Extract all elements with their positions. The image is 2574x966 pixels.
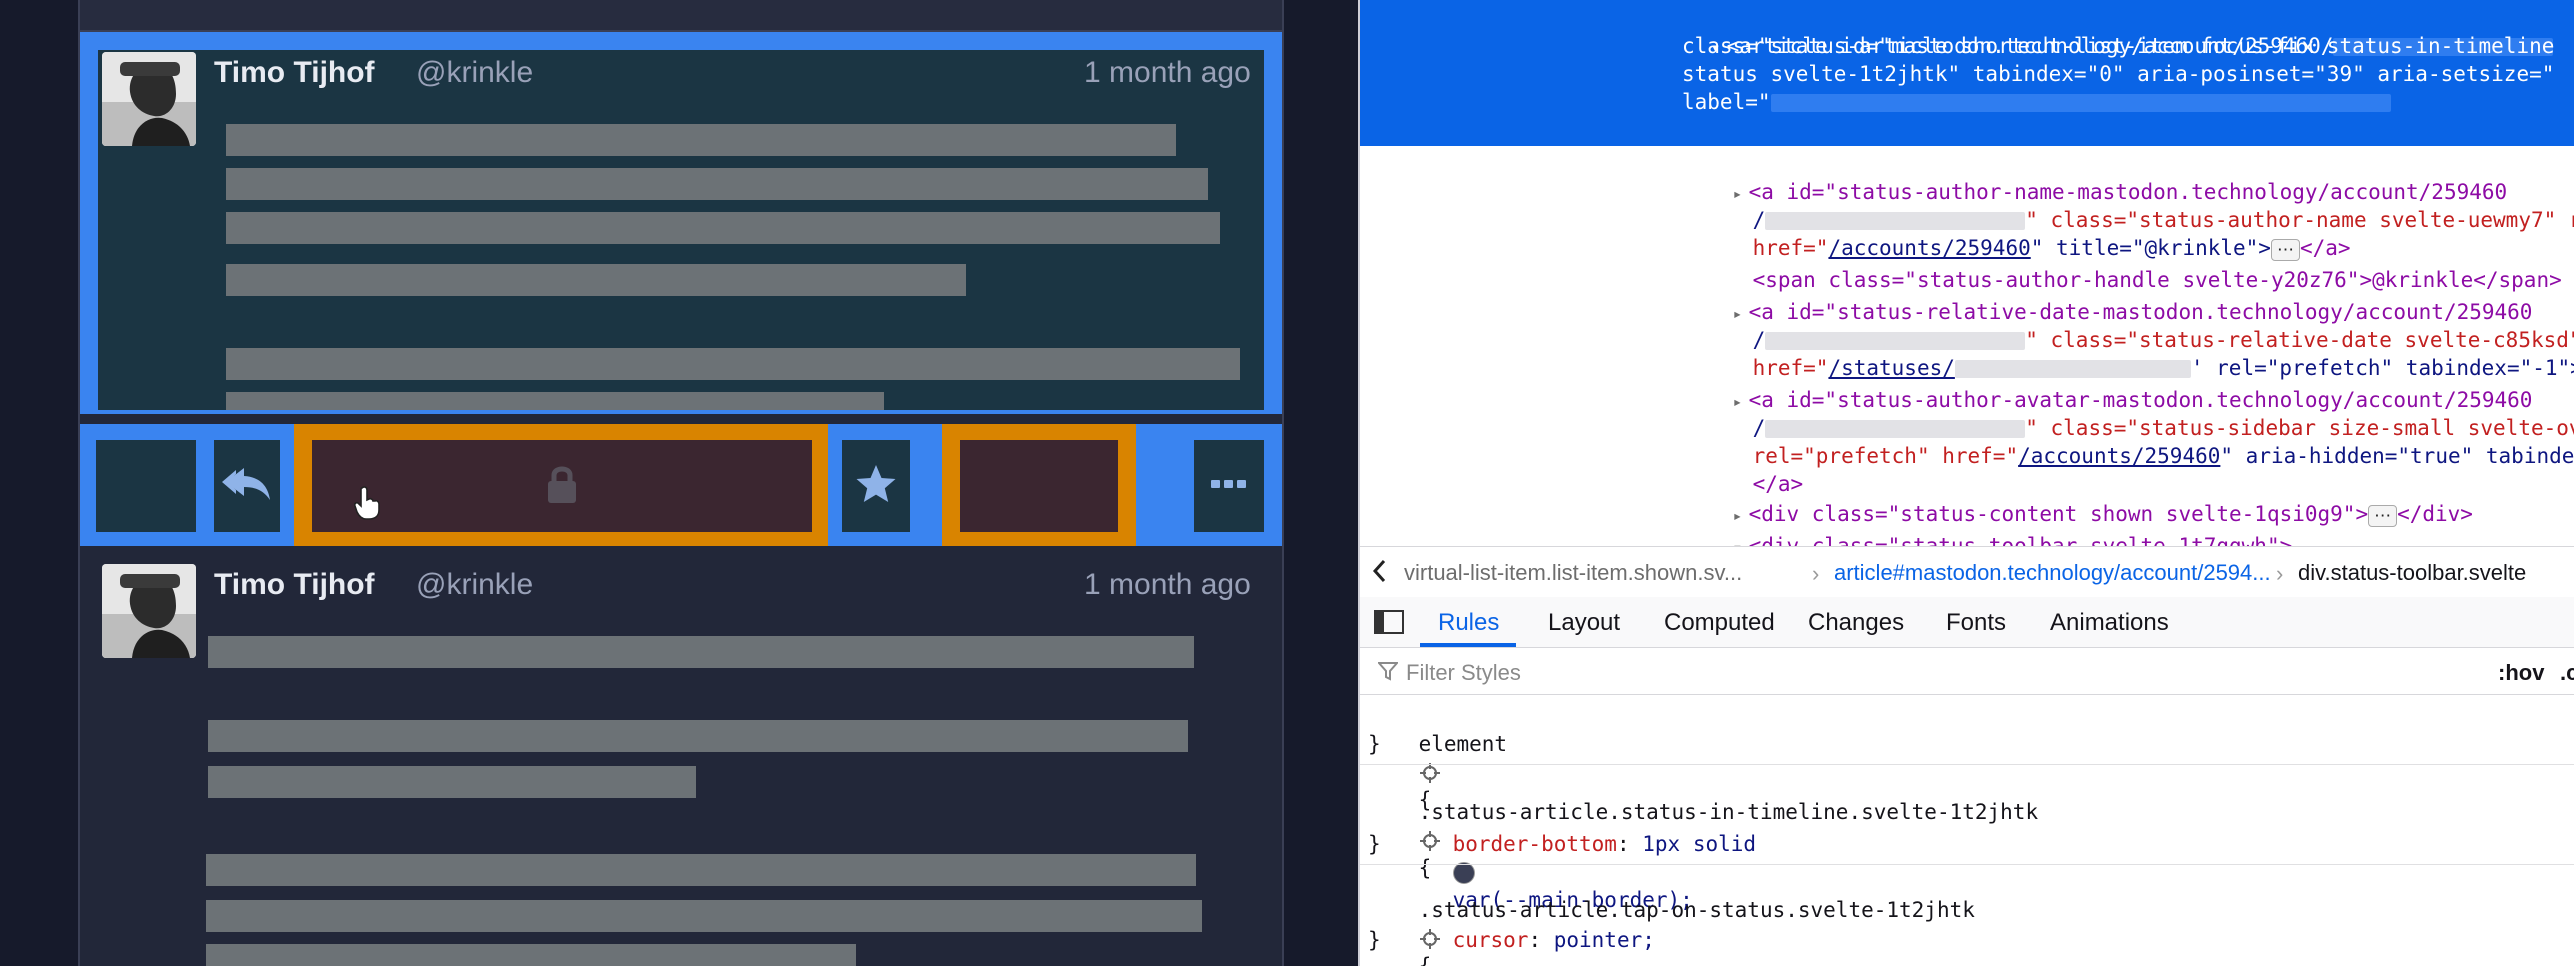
markup-line-status-toolbar[interactable]: ▾<div class="status-toolbar svelte-1t7gg… <box>1682 504 2292 589</box>
status-article[interactable]: Timo Tijhof @krinkle 1 month ago <box>80 546 1282 966</box>
status-relative-date[interactable]: 1 month ago <box>1084 568 1251 602</box>
markup-line: status svelte-1t2jhtk" tabindex="0" aria… <box>1682 62 2555 86</box>
tab-computed[interactable]: Computed <box>1664 609 1775 637</box>
hand-pointer-icon <box>353 486 382 525</box>
markup-line: class="status-article shortcut-list-item… <box>1682 34 2555 58</box>
status-author-handle: @krinkle <box>416 568 534 601</box>
toggle-sidebar-icon[interactable] <box>1374 610 1404 641</box>
devtools-inspector: ▾ <article id="mastodon.technology/accoun… <box>1358 0 2574 966</box>
markup-line-author-name-link[interactable]: ▸ <a id="status-author-name-mastodon.tech… <box>1682 150 2508 204</box>
breadcrumb-scroll-left-icon[interactable] <box>1372 559 1386 589</box>
markup-line: rel="prefetch" href="/accounts/259460" a… <box>1752 444 2574 468</box>
status-article[interactable]: Timo Tijhof @krinkle 1 month ago <box>98 50 1264 410</box>
avatar[interactable] <box>102 564 196 658</box>
mastodon-app-pane: Timo Tijhof @krinkle 1 month ago Timo Ti… <box>0 0 1358 966</box>
breadcrumb-item[interactable]: div.status-toolbar.svelte <box>2298 560 2526 586</box>
status-relative-date[interactable]: 1 month ago <box>1084 56 1251 90</box>
breadcrumb-separator-icon: › <box>1812 561 1820 586</box>
previous-status-edge <box>80 0 1282 32</box>
markup-line-article[interactable]: ▾ <article id="mastodon.technology/accoun… <box>1660 4 2554 58</box>
status-author-name[interactable]: Timo Tijhof <box>214 56 375 90</box>
css-rule-close: } <box>1368 832 1381 856</box>
reply-all-icon <box>222 464 272 509</box>
markup-line-relative-date-link[interactable]: ▸ <a id="status-relative-date-mastodon.te… <box>1682 270 2533 324</box>
more-horizontal-icon <box>1211 477 1247 495</box>
breadcrumb-item-selected[interactable]: article#mastodon.technology/account/2594… <box>1834 560 2271 586</box>
more-options-button[interactable] <box>1194 440 1264 532</box>
reply-button[interactable] <box>214 440 280 532</box>
rule-divider <box>1360 864 2574 865</box>
toolbar-spacer <box>96 440 196 532</box>
filter-styles-input[interactable]: Filter Styles <box>1406 660 1521 686</box>
boost-button-disabled[interactable] <box>312 440 812 532</box>
tab-layout[interactable]: Layout <box>1548 609 1620 637</box>
breadcrumb-separator-icon: › <box>2276 561 2284 586</box>
rule-divider <box>1360 764 2574 765</box>
breadcrumb: virtual-list-item.list-item.shown.sv... … <box>1360 546 2574 598</box>
status-author-name[interactable]: Timo Tijhof <box>214 568 375 602</box>
status-author-handle: @krinkle <box>416 56 534 89</box>
tab-active-indicator <box>1420 643 1516 647</box>
tab-rules[interactable]: Rules <box>1438 609 1499 637</box>
markup-line: href="/statuses/' rel="prefetch" tabinde… <box>1752 356 2574 380</box>
tab-fonts[interactable]: Fonts <box>1946 609 2006 637</box>
markup-line: href="/accounts/259460" title="@krinkle"… <box>1752 236 2351 261</box>
markup-line: / " class="status-sidebar size-small svel… <box>1752 416 2574 440</box>
tab-changes[interactable]: Changes <box>1808 609 1904 637</box>
css-rule-close: } <box>1368 732 1381 756</box>
avatar[interactable] <box>102 52 196 146</box>
breadcrumb-item[interactable]: virtual-list-item.list-item.shown.sv... <box>1404 560 1742 586</box>
markup-line-avatar-link[interactable]: ▸ <a id="status-author-avatar-mastodon.te… <box>1682 358 2533 412</box>
markup-line: label=" <box>1682 88 2391 116</box>
bookmark-button[interactable] <box>960 440 1118 532</box>
hover-pseudo-toggle[interactable]: :hov <box>2498 660 2544 686</box>
inspector-sidebar-tabs: Rules Layout Computed Changes Fonts Anim… <box>1360 597 2574 648</box>
markup-line-author-handle-span[interactable]: <span class="status-author-handle svelte… <box>1702 238 2562 292</box>
markup-line-status-content[interactable]: ▸ <div class="status-content shown svelte… <box>1682 472 2473 527</box>
filter-icon <box>1376 661 1400 687</box>
markup-line: </a> <box>1752 472 1804 496</box>
class-toggle[interactable]: .c <box>2560 660 2574 686</box>
lock-icon <box>546 464 578 509</box>
css-rule-close: } <box>1368 928 1381 952</box>
markup-line: / " class="status-author-name svelte-uewm… <box>1752 208 2574 232</box>
collapsed-children-badge[interactable]: ⋯ <box>2368 505 2398 527</box>
markup-line: / " class="status-relative-date svelte-c8… <box>1752 328 2574 352</box>
tab-animations[interactable]: Animations <box>2050 609 2169 637</box>
css-declaration[interactable]: cursor: pointer; <box>1402 898 1655 966</box>
favorite-button[interactable] <box>842 440 910 532</box>
star-icon <box>855 464 897 509</box>
styles-filter-bar: Filter Styles :hov .c <box>1360 648 2574 695</box>
timeline-column: Timo Tijhof @krinkle 1 month ago Timo Ti… <box>78 0 1284 966</box>
markup-line: views today..., 1 month ago, @krinkle, F… <box>1732 146 2428 227</box>
